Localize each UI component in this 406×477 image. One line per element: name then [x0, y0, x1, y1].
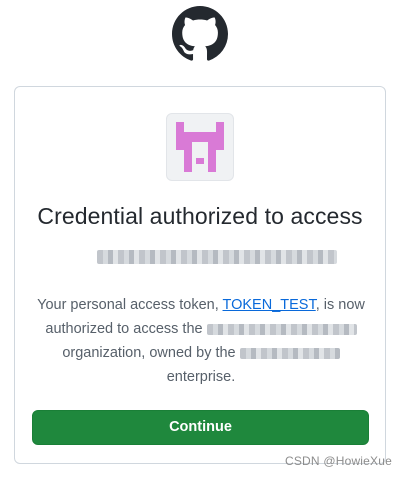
description-line2: authorized to access the [45, 321, 203, 337]
description-after-token: , is now [315, 297, 365, 313]
page-title: Credential authorized to access [37, 203, 363, 229]
enterprise-redacted [239, 347, 340, 359]
watermark: CSDN @HowieXue [284, 454, 392, 468]
organization-identicon [176, 122, 224, 172]
organization-avatar [166, 113, 234, 181]
authorization-card: Credential authorized to access Your per… [14, 86, 386, 464]
organization-redacted [206, 323, 357, 335]
authorization-description: Your personal access token, TOKEN_TEST, … [31, 293, 371, 389]
description-prefix: Your personal access token, [37, 297, 223, 313]
token-link[interactable]: TOKEN_TEST [223, 297, 316, 313]
github-mark-icon[interactable] [172, 6, 228, 62]
continue-button[interactable]: Continue [32, 410, 369, 445]
page: Credential authorized to access Your per… [0, 0, 406, 477]
description-line3: organization, owned by the [62, 345, 236, 361]
organization-name-redacted [97, 250, 337, 264]
description-line4: enterprise. [166, 369, 236, 385]
